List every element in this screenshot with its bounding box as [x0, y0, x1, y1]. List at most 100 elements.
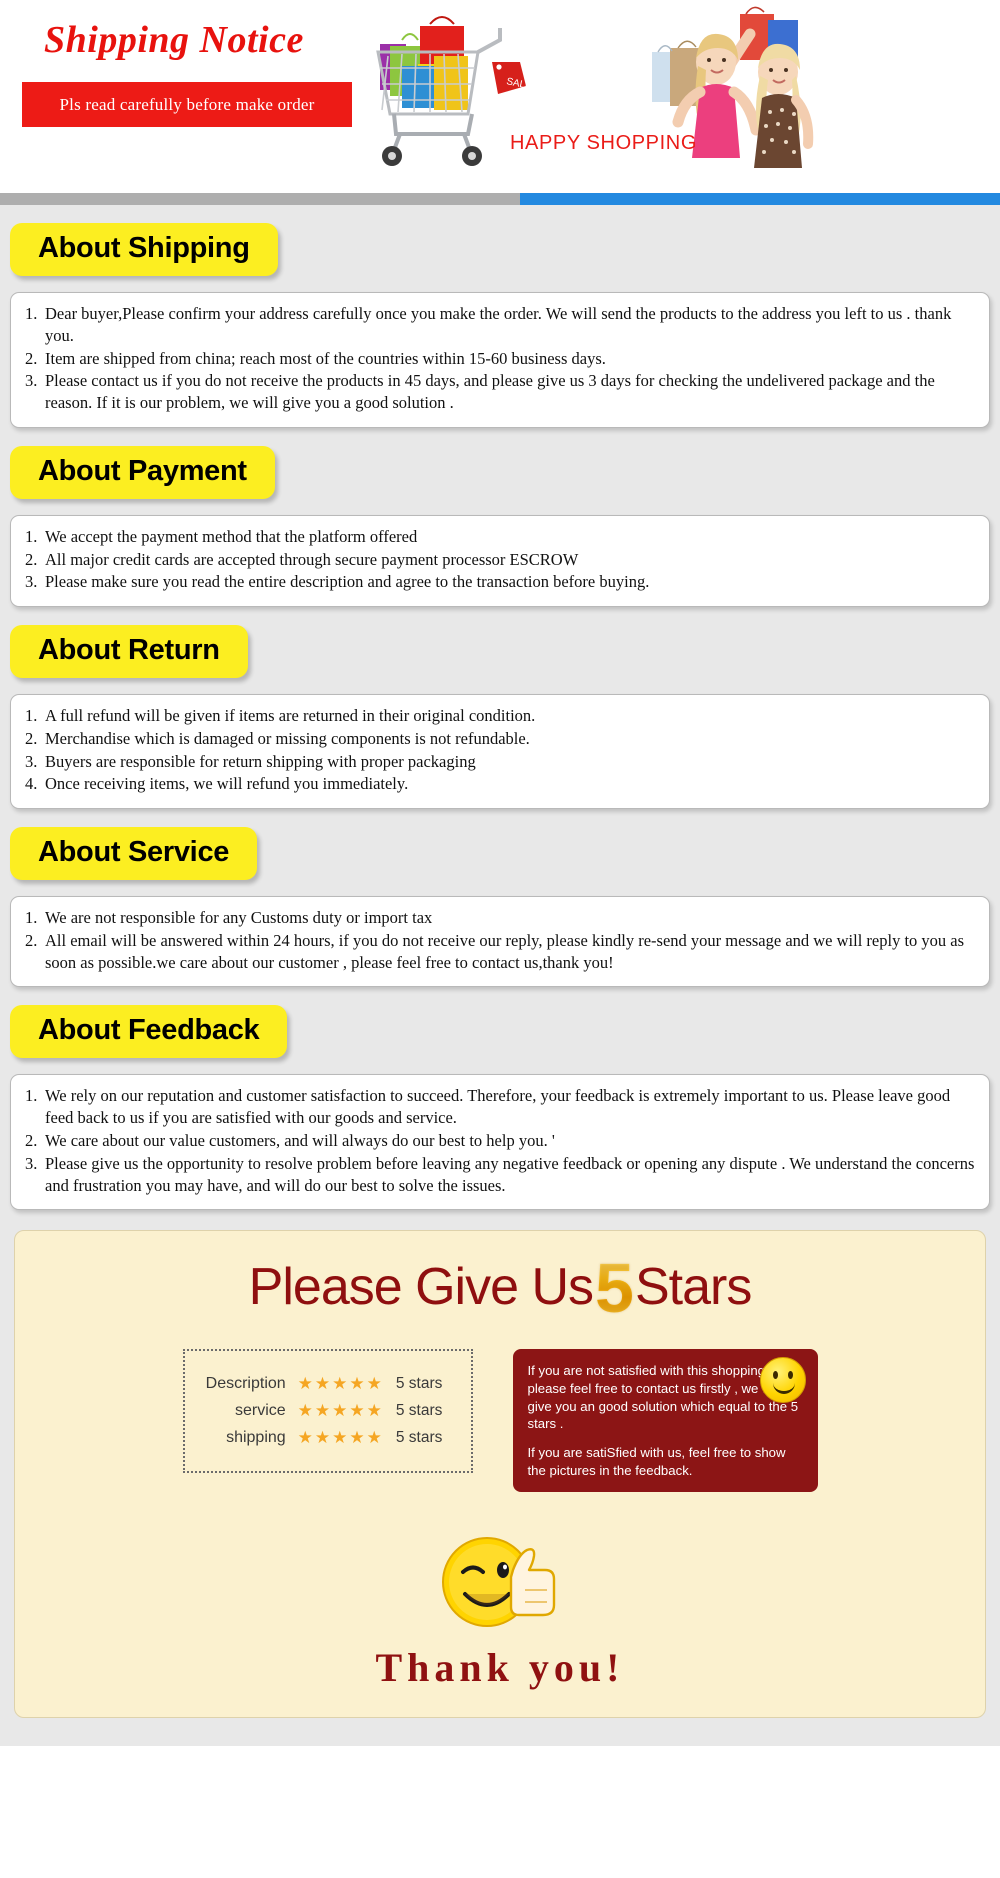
section-about-feedback: About Feedback 1. We rely on our reputati…	[0, 987, 1000, 1211]
list-item: 1. We are not responsible for any Customs…	[25, 907, 975, 929]
badge-label: About Service	[38, 836, 230, 869]
list-item: 1. Dear buyer,Please confirm your address…	[25, 303, 975, 347]
badge-label: About Payment	[38, 454, 247, 487]
thumbs-up-emoji-wrapper	[15, 1518, 985, 1638]
list-item-number: 2.	[25, 549, 38, 569]
thumbs-up-hand-icon	[509, 1548, 556, 1617]
happy-shopping-text: HAPPY SHOPPING	[510, 132, 697, 154]
smiley-face-icon	[759, 1357, 806, 1404]
satisfaction-note-box: If you are not satisfied with this shopp…	[512, 1349, 818, 1493]
list-item: 1. We accept the payment method that the …	[25, 526, 975, 548]
rating-value: 5 stars	[395, 1402, 443, 1420]
thank-you-text: Thank you!	[375, 1645, 625, 1691]
rating-value: 5 stars	[395, 1429, 443, 1447]
rating-row-description: Description ★★★★★ 5 stars	[203, 1374, 447, 1394]
header-subtitle-bar: Pls read carefully before make order	[22, 82, 352, 127]
list-item-number: 1.	[25, 1086, 38, 1106]
five-stars-panel: Please Give Us5Stars Description ★★★★★ 5…	[14, 1230, 986, 1719]
list-item-number: 2.	[25, 728, 38, 748]
list-item-number: 2.	[25, 1131, 38, 1151]
badge-label: About Return	[38, 634, 220, 667]
list-item-text: Merchandise which is damaged or missing …	[45, 728, 530, 748]
winking-thumbs-up-emoji	[442, 1537, 556, 1628]
list-about-shipping: 1. Dear buyer,Please confirm your address…	[25, 303, 975, 414]
list-item: 3. Buyers are responsible for return ship…	[25, 751, 975, 773]
list-item-number: 1.	[25, 706, 38, 726]
rating-label: shipping	[226, 1429, 286, 1447]
badge-about-shipping: About Shipping	[10, 223, 278, 276]
list-item: 1. We rely on our reputation and customer…	[25, 1085, 975, 1129]
list-item-text: We rely on our reputation and customer s…	[45, 1086, 951, 1128]
rating-label: Description	[205, 1375, 286, 1393]
smiley-eye-left	[772, 1371, 778, 1380]
panel-about-payment: 1. We accept the payment method that the …	[10, 514, 990, 608]
page-title: Shipping Notice	[44, 19, 304, 61]
list-item-text: All email will be answered within 24 hou…	[45, 930, 965, 972]
list-item-text: We care about our value customers, and w…	[45, 1131, 555, 1151]
list-item-number: 2.	[25, 348, 38, 368]
list-item-number: 3.	[25, 572, 38, 592]
smiley-eye-right	[787, 1371, 793, 1380]
list-item-number: 3.	[25, 1153, 38, 1173]
heading-text-before: Please Give Us	[248, 1258, 594, 1317]
list-about-payment: 1. We accept the payment method that the …	[25, 526, 975, 593]
list-item-number: 4.	[25, 774, 38, 794]
section-about-return: About Return 1. A full refund will be giv…	[0, 607, 1000, 810]
list-about-return: 1. A full refund will be given if items a…	[25, 705, 975, 795]
list-item-number: 3.	[25, 751, 38, 771]
list-about-feedback: 1. We rely on our reputation and customer…	[25, 1085, 975, 1196]
rating-value: 5 stars	[395, 1375, 443, 1393]
badge-about-payment: About Payment	[10, 445, 275, 499]
list-item-text: Item are shipped from china; reach most …	[45, 348, 606, 368]
list-item-number: 2.	[25, 930, 38, 950]
smiley-mouth	[772, 1382, 795, 1395]
list-item: 2. We care about our value customers, and…	[25, 1130, 975, 1152]
list-item-text: All major credit cards are accepted thro…	[45, 549, 579, 569]
list-item: 2. All major credit cards are accepted th…	[25, 549, 975, 571]
list-item: 3. Please give us the opportunity to reso…	[25, 1153, 975, 1197]
golden-five-numeral: 5	[595, 1249, 634, 1328]
panel-about-service: 1. We are not responsible for any Customs…	[10, 896, 990, 988]
list-item: 2. Item are shipped from china; reach mos…	[25, 348, 975, 370]
panel-about-feedback: 1. We rely on our reputation and customer…	[10, 1074, 990, 1211]
list-item: 4. Once receiving items, we will refund y…	[25, 773, 975, 795]
badge-about-return: About Return	[10, 625, 248, 679]
list-item-number: 1.	[25, 526, 38, 546]
list-item-text: Once receiving items, we will refund you…	[45, 774, 409, 794]
panel-about-return: 1. A full refund will be given if items a…	[10, 694, 990, 810]
header-divider-blue	[520, 193, 1000, 205]
list-item: 3. Please contact us if you do not receiv…	[25, 370, 975, 414]
section-about-service: About Service 1. We are not responsible f…	[0, 809, 1000, 988]
heading-text-after: Stars	[634, 1258, 752, 1317]
list-item: 3. Please make sure you read the entire d…	[25, 571, 975, 593]
sections-container: About Shipping 1. Dear buyer,Please confi…	[0, 205, 1000, 1746]
list-item-text: Please make sure you read the entire des…	[45, 572, 650, 592]
shipping-notice-page: Shipping Notice Pls read carefully befor…	[0, 0, 1000, 1747]
list-item: 2. Merchandise which is damaged or missin…	[25, 728, 975, 750]
list-item-text: We are not responsible for any Customs d…	[45, 908, 433, 928]
badge-label: About Feedback	[38, 1014, 260, 1047]
list-item-text: We accept the payment method that the pl…	[45, 526, 418, 546]
note-paragraph-2: If you are satiSfied with us, feel free …	[527, 1445, 786, 1478]
list-about-service: 1. We are not responsible for any Customs…	[25, 907, 975, 973]
sale-tag-icon: SALE	[492, 62, 533, 94]
emoji-open-eye	[497, 1562, 509, 1579]
header-subtitle-text: Pls read carefully before make order	[59, 94, 315, 114]
list-item-number: 1.	[25, 304, 38, 323]
ratings-and-note-row: Description ★★★★★ 5 stars service ★★★★★ …	[15, 1349, 985, 1493]
list-item-text: Please contact us if you do not receive …	[45, 371, 935, 413]
page-header: Shipping Notice Pls read carefully befor…	[0, 0, 1000, 205]
list-item-text: Please give us the opportunity to resolv…	[45, 1153, 975, 1195]
star-rating-icon: ★★★★★	[297, 1374, 384, 1394]
list-item-number: 1.	[25, 908, 38, 928]
list-item-text: Buyers are responsible for return shippi…	[45, 751, 476, 771]
star-rating-icon: ★★★★★	[297, 1401, 384, 1421]
badge-label: About Shipping	[38, 232, 250, 264]
ratings-table: Description ★★★★★ 5 stars service ★★★★★ …	[182, 1349, 473, 1474]
section-about-shipping: About Shipping 1. Dear buyer,Please confi…	[0, 205, 1000, 428]
badge-about-service: About Service	[10, 827, 258, 881]
list-item-text: A full refund will be given if items are…	[45, 706, 536, 726]
section-about-payment: About Payment 1. We accept the payment me…	[0, 428, 1000, 608]
panel-about-shipping: 1. Dear buyer,Please confirm your address…	[10, 292, 990, 428]
list-item-number: 3.	[25, 371, 38, 391]
